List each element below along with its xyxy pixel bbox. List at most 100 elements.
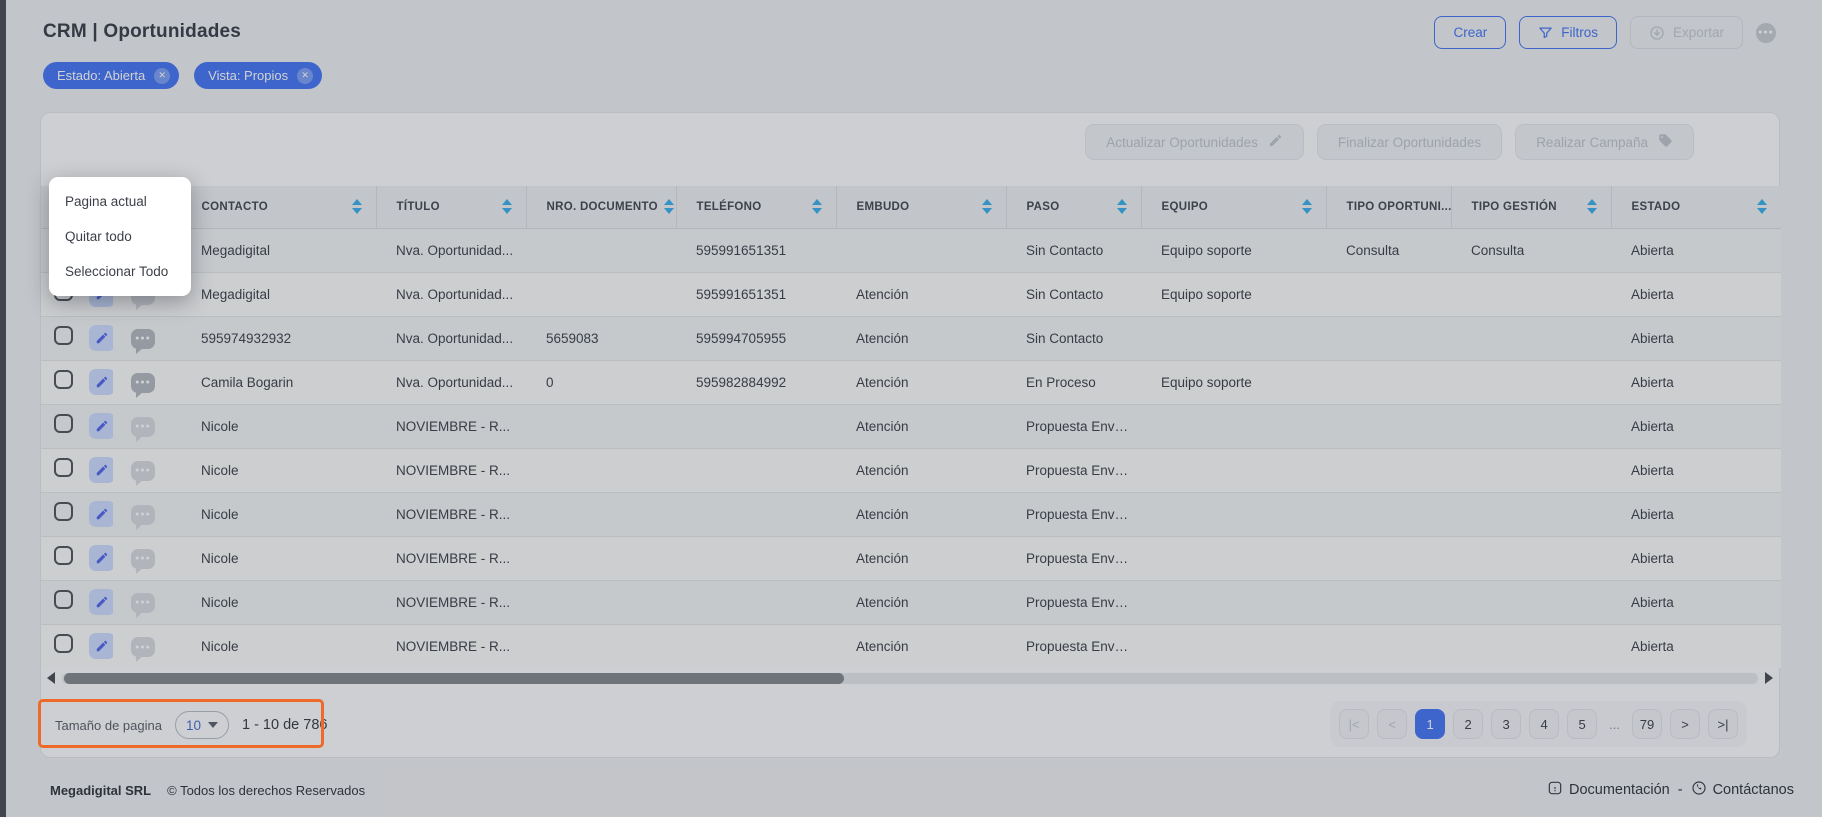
sort-desc-icon[interactable]: [982, 208, 992, 214]
more-options-button[interactable]: ●●●: [1756, 23, 1776, 43]
sort-asc-icon[interactable]: [982, 199, 992, 205]
column-header[interactable]: TIPO GESTIÓN: [1451, 186, 1611, 228]
scrollbar-track[interactable]: [62, 673, 1758, 684]
horizontal-scrollbar: [47, 671, 1773, 685]
menu-item[interactable]: Pagina actual: [49, 184, 191, 219]
page-prev-button[interactable]: <: [1377, 709, 1407, 739]
chat-icon[interactable]: ●●●: [131, 637, 155, 657]
sort-desc-icon[interactable]: [352, 208, 362, 214]
filters-button[interactable]: Filtros: [1519, 16, 1617, 49]
export-button[interactable]: Exportar: [1630, 16, 1743, 49]
column-label: TIPO OPORTUNI...: [1347, 201, 1452, 213]
documentation-link[interactable]: Documentación: [1547, 780, 1670, 800]
sort-asc-icon[interactable]: [1587, 199, 1597, 205]
edit-icon[interactable]: [89, 501, 113, 527]
sort-asc-icon[interactable]: [664, 199, 674, 205]
sort-control[interactable]: [982, 199, 992, 214]
scroll-left-icon[interactable]: [47, 672, 55, 684]
run-campaign-button[interactable]: Realizar Campaña: [1515, 124, 1694, 160]
row-checkbox[interactable]: [54, 546, 73, 565]
row-checkbox[interactable]: [54, 502, 73, 521]
page-3-button[interactable]: 3: [1491, 709, 1521, 739]
sort-desc-icon[interactable]: [1302, 208, 1312, 214]
sort-control[interactable]: [1302, 199, 1312, 214]
row-checkbox[interactable]: [54, 326, 73, 345]
sort-asc-icon[interactable]: [352, 199, 362, 205]
edit-icon[interactable]: [89, 589, 113, 615]
column-header[interactable]: EMBUDO: [836, 186, 1006, 228]
sort-control[interactable]: [664, 199, 674, 214]
sort-control[interactable]: [812, 199, 822, 214]
chat-icon[interactable]: ●●●: [131, 593, 155, 613]
sort-control[interactable]: [1587, 199, 1597, 214]
menu-item[interactable]: Seleccionar Todo: [49, 254, 191, 289]
sort-asc-icon[interactable]: [812, 199, 822, 205]
row-checkbox[interactable]: [54, 370, 73, 389]
finalize-opportunities-button[interactable]: Finalizar Oportunidades: [1317, 124, 1502, 160]
page-2-button[interactable]: 2: [1453, 709, 1483, 739]
sort-desc-icon[interactable]: [812, 208, 822, 214]
close-icon[interactable]: ✕: [297, 68, 313, 84]
app-window: { "header": { "title": "CRM | Oportunida…: [0, 0, 1822, 817]
table-cell: [1326, 316, 1451, 360]
table-cell: Equipo soporte: [1141, 360, 1326, 404]
page-5-button[interactable]: 5: [1567, 709, 1597, 739]
page-last-button[interactable]: >|: [1708, 709, 1738, 739]
chat-icon[interactable]: ●●●: [131, 373, 155, 393]
sort-asc-icon[interactable]: [1117, 199, 1127, 205]
page-next-button[interactable]: >: [1670, 709, 1700, 739]
table-cell: [1141, 404, 1326, 448]
edit-icon[interactable]: [89, 633, 113, 659]
page-79-button[interactable]: 79: [1632, 709, 1662, 739]
column-header[interactable]: TELÉFONO: [676, 186, 836, 228]
row-checkbox[interactable]: [54, 634, 73, 653]
close-icon[interactable]: ✕: [154, 68, 170, 84]
row-checkbox[interactable]: [54, 414, 73, 433]
chat-icon[interactable]: ●●●: [131, 505, 155, 525]
menu-item[interactable]: Quitar todo: [49, 219, 191, 254]
sort-desc-icon[interactable]: [664, 208, 674, 214]
chat-icon[interactable]: ●●●: [131, 461, 155, 481]
edit-icon[interactable]: [89, 325, 113, 351]
edit-icon[interactable]: [89, 369, 113, 395]
chat-icon[interactable]: ●●●: [131, 417, 155, 437]
update-opportunities-button[interactable]: Actualizar Oportunidades: [1085, 124, 1304, 160]
sort-control[interactable]: [1117, 199, 1127, 214]
column-header[interactable]: EQUIPO: [1141, 186, 1326, 228]
sort-control[interactable]: [502, 199, 512, 214]
column-header[interactable]: TIPO OPORTUNI...: [1326, 186, 1451, 228]
chat-icon[interactable]: ●●●: [131, 329, 155, 349]
column-header[interactable]: TÍTULO: [376, 186, 526, 228]
column-header[interactable]: CONTACTO: [181, 186, 376, 228]
column-header[interactable]: ESTADO: [1611, 186, 1781, 228]
filter-chip[interactable]: Estado: Abierta✕: [43, 62, 179, 89]
table-cell: Abierta: [1611, 272, 1781, 316]
column-header[interactable]: NRO. DOCUMENTO: [526, 186, 676, 228]
chat-icon[interactable]: ●●●: [131, 549, 155, 569]
sort-desc-icon[interactable]: [1117, 208, 1127, 214]
scrollbar-thumb[interactable]: [64, 673, 844, 684]
create-button[interactable]: Crear: [1434, 16, 1506, 49]
contact-link[interactable]: Contáctanos: [1691, 780, 1794, 800]
sort-desc-icon[interactable]: [1587, 208, 1597, 214]
sort-desc-icon[interactable]: [502, 208, 512, 214]
row-checkbox[interactable]: [54, 590, 73, 609]
filter-chip[interactable]: Vista: Propios✕: [194, 62, 322, 89]
scroll-right-icon[interactable]: [1765, 672, 1773, 684]
edit-icon[interactable]: [89, 545, 113, 571]
page-size-select[interactable]: 10: [175, 711, 229, 739]
page-first-button[interactable]: |<: [1339, 709, 1369, 739]
sort-asc-icon[interactable]: [502, 199, 512, 205]
table-cell: [676, 624, 836, 668]
page-1-button[interactable]: 1: [1415, 709, 1445, 739]
edit-icon[interactable]: [89, 413, 113, 439]
column-header[interactable]: PASO: [1006, 186, 1141, 228]
row-checkbox[interactable]: [54, 458, 73, 477]
sort-desc-icon[interactable]: [1757, 208, 1767, 214]
sort-control[interactable]: [352, 199, 362, 214]
page-4-button[interactable]: 4: [1529, 709, 1559, 739]
edit-icon[interactable]: [89, 457, 113, 483]
sort-control[interactable]: [1757, 199, 1767, 214]
sort-asc-icon[interactable]: [1757, 199, 1767, 205]
sort-asc-icon[interactable]: [1302, 199, 1312, 205]
